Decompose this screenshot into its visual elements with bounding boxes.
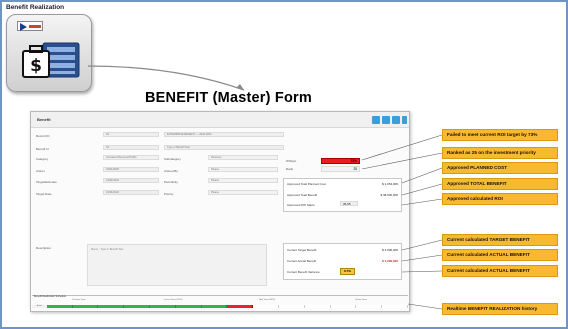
approved-roi-label: Approved ROI Starts <box>287 203 315 207</box>
category-select[interactable]: Increased Revenue/Profits <box>103 155 159 160</box>
form-header-title: Benefit <box>37 117 51 122</box>
description-textarea[interactable]: Macro : Type or Benefit Text <box>87 244 267 286</box>
history-cell <box>72 305 99 308</box>
callout-target-benefit: Current calculated TARGET BENEFIT <box>442 234 558 246</box>
callout-planned-cost: Approved PLANNED COST <box>442 162 558 174</box>
rank-label: Rank <box>286 167 294 171</box>
history-cell <box>201 305 228 308</box>
current-variance-label: Current Benefit Variance <box>287 270 320 274</box>
target-estimate-field[interactable]: 01/31/2022 <box>103 178 159 183</box>
history-actual-row: Actual <box>32 305 409 308</box>
current-actual-label: Current Actual Benefit <box>287 259 317 263</box>
form-title: BENEFIT (Master) Form <box>145 90 312 106</box>
delete-button[interactable] <box>392 116 400 124</box>
callout-total-benefit: Approved TOTAL BENEFIT <box>442 178 558 190</box>
approved-total-benefit-value: $ 38,000,000 <box>380 193 398 197</box>
history-group-next: Next Years (2022) <box>258 299 275 301</box>
periodicity-label: Periodicity <box>164 180 178 184</box>
approved-planned-cost-value: $ 1,054,000 <box>382 182 398 186</box>
description-label: Description <box>36 246 52 250</box>
section-label: Benefit Realization <box>6 4 65 11</box>
company-logo-icon <box>17 21 43 31</box>
history-group-current: Current Years (2021) <box>163 299 183 301</box>
history-cell <box>304 305 331 308</box>
approved-planned-cost-label: Approved Total Planned Cost <box>287 182 326 186</box>
owned-by-label: Owned By <box>164 169 178 173</box>
history-cell <box>124 305 151 308</box>
target-date-label: Target Date <box>36 192 52 196</box>
rank-value: 25 <box>353 167 357 171</box>
history-cell <box>150 305 176 308</box>
history-row-label: Actual <box>32 305 47 308</box>
rank-field: 25 <box>321 166 360 172</box>
money-ledger-icon: $ <box>22 42 80 78</box>
history-cell <box>46 305 73 308</box>
priority-label: Priority <box>164 192 174 196</box>
callout-rank: Ranked as 25 on the investment priority <box>442 147 558 159</box>
roi-value: 73% <box>350 159 357 163</box>
callout-actual-benefit: Current calculated ACTUAL BENEFIT <box>442 249 558 261</box>
owner-label: Owner <box>36 169 45 173</box>
current-target-label: Current Target Benefit <box>287 248 317 252</box>
history-cell <box>330 305 357 308</box>
history-cell <box>227 305 254 308</box>
new-button[interactable] <box>382 116 390 124</box>
close-button[interactable] <box>402 116 407 124</box>
record-id-field[interactable]: 42 <box>103 132 159 137</box>
history-cell <box>356 305 383 308</box>
approved-total-benefit-label: Approved Total Benefit <box>287 193 318 197</box>
current-variance-value: 8.7% <box>340 268 355 275</box>
roi-label: Whitput <box>286 159 297 163</box>
owner-date-field[interactable]: 01/01/2020 <box>103 167 159 172</box>
subcategory-label: Subcategory <box>164 157 181 161</box>
svg-text:$: $ <box>30 56 42 76</box>
history-cell <box>175 305 202 308</box>
description-placeholder: Macro : Type or Benefit Text <box>91 248 124 251</box>
benefit-name-field[interactable]: Type or Benefit Text <box>164 145 284 150</box>
subcategory-select[interactable]: Revenue <box>208 155 278 160</box>
history-group-row: Previous Years Current Years (2021) Next… <box>32 299 408 302</box>
benefit-history-table: Benefit Realization Schedule Previous Ye… <box>32 295 409 309</box>
history-group-future: Future Years <box>355 299 367 301</box>
form-header: Benefit <box>31 112 409 128</box>
history-group-previous: Previous Years <box>72 299 86 301</box>
current-target-value: $ 3,000,000 <box>382 248 398 252</box>
benefit-app-tile[interactable]: $ <box>6 14 92 92</box>
benefit-id-field[interactable]: 42 <box>103 145 159 150</box>
target-estimate-label: Target/Estimate <box>36 180 57 184</box>
record-name-field[interactable]: ENTERPRISE BENEFIT — 2020-2021 <box>164 132 284 137</box>
priority-select[interactable]: Please <box>208 190 278 195</box>
target-date-field[interactable]: 01/31/2022 <box>103 190 159 195</box>
category-label: Category <box>36 157 49 161</box>
callout-roi-failure: Failed to meet current ROI target by 73% <box>442 129 558 141</box>
history-title: Benefit Realization Schedule <box>34 295 66 298</box>
callout-roi: Approved calculated ROI <box>442 193 558 205</box>
approved-roi-value: 36.05 <box>340 201 358 206</box>
owned-by-select[interactable]: Please <box>208 167 278 172</box>
periodicity-select[interactable]: Please <box>208 178 278 183</box>
history-cell <box>279 305 305 308</box>
save-button[interactable] <box>372 116 380 124</box>
benefit-id-label: Benefit Id <box>36 147 49 151</box>
history-cell <box>382 305 409 308</box>
record-id-label: Record ID <box>36 134 50 138</box>
roi-alert-field: 73% <box>321 158 360 164</box>
callout-actual-benefit-2: Current calculated ACTUAL BENEFIT <box>442 265 558 277</box>
current-actual-value: $ 1,290,000 <box>382 259 398 263</box>
callout-history: Realtime BENEFIT REALIZATION history <box>442 303 558 315</box>
history-cell <box>98 305 125 308</box>
history-cell <box>253 305 280 308</box>
